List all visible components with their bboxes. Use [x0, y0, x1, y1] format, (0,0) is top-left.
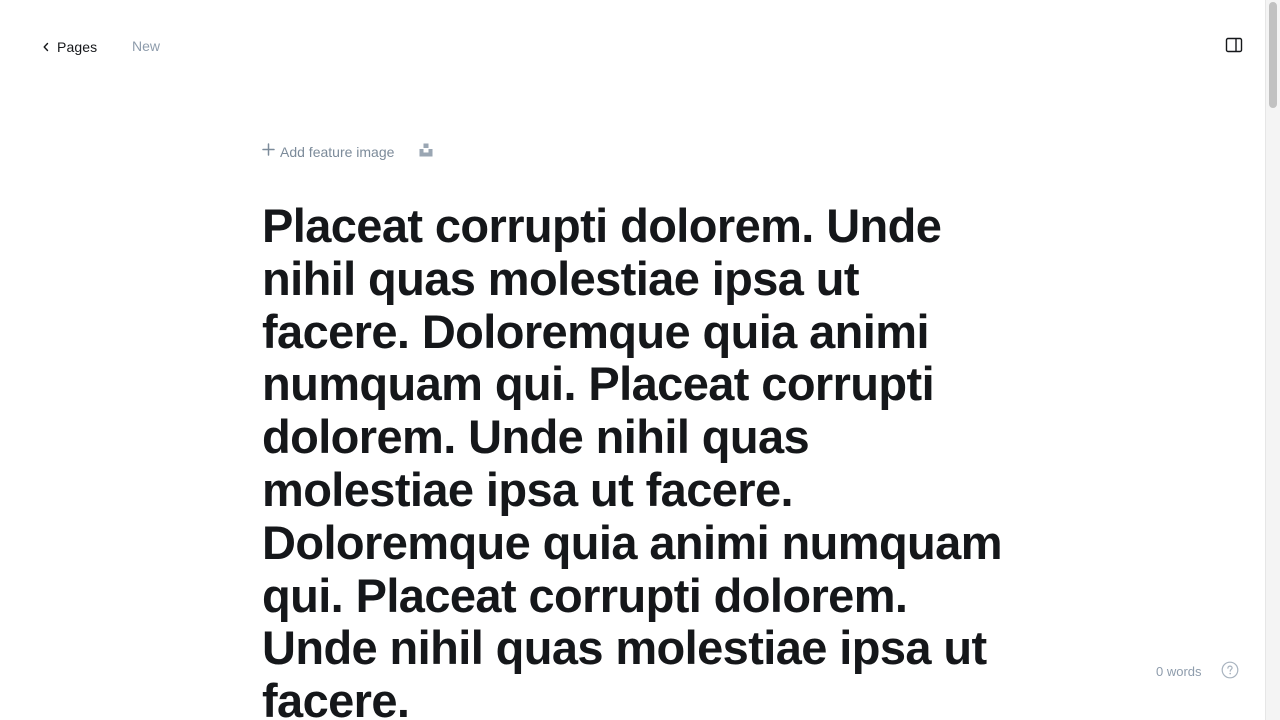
post-status: New [132, 38, 161, 54]
plus-icon [262, 143, 275, 161]
help-button[interactable] [1220, 661, 1239, 684]
help-circle-icon [1221, 661, 1239, 684]
chevron-left-icon [42, 42, 50, 52]
settings-sidebar-toggle[interactable] [1223, 36, 1245, 58]
editor-app: Pages New Add feature image Placeat corr… [0, 0, 1280, 720]
sidebar-panel-icon [1225, 37, 1243, 58]
add-feature-image-label: Add feature image [280, 144, 395, 160]
word-count: 0 words [1156, 664, 1202, 679]
vertical-scrollbar[interactable] [1265, 0, 1280, 720]
post-title[interactable]: Placeat corrupti dolorem. Unde nihil qua… [262, 199, 1003, 720]
unsplash-button[interactable] [418, 143, 434, 162]
scrollbar-thumb[interactable] [1269, 2, 1277, 108]
back-to-pages-link[interactable]: Pages [42, 36, 97, 58]
add-feature-image-button[interactable]: Add feature image [262, 143, 394, 161]
unsplash-icon [419, 143, 433, 162]
feature-image-row: Add feature image [262, 142, 434, 162]
back-link-label: Pages [57, 39, 98, 55]
